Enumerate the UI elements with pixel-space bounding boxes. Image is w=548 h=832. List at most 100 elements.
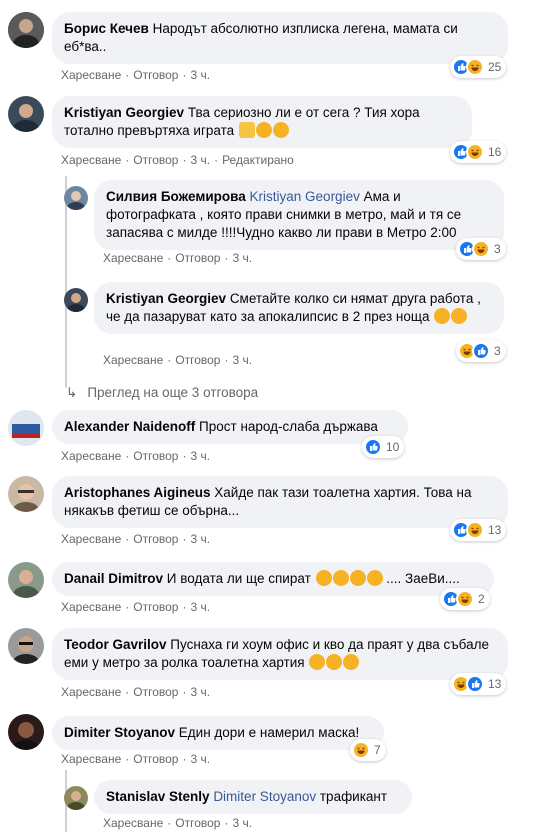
reply-button[interactable]: Отговор [175,816,220,830]
thinking-emoji-icon [332,570,349,586]
rofl-emoji-icon [255,122,272,138]
reaction-summary[interactable]: 10 [362,436,405,458]
timestamp[interactable]: 3 ч. [232,816,252,830]
like-button[interactable]: Харесване [61,68,121,82]
comment-bubble: Dimiter Stoyanov Един дори е намерил мас… [52,716,384,750]
like-button[interactable]: Харесване [103,251,163,265]
reply-arrow-icon: ↳ [66,385,78,400]
reaction-summary[interactable]: 3 [456,238,506,260]
reply-button[interactable]: Отговор [175,251,220,265]
reply-button[interactable]: Отговор [133,685,178,699]
reaction-summary[interactable]: 16 [450,141,507,163]
comment-author[interactable]: Kristiyan Georgiev [106,291,226,306]
reaction-summary[interactable]: 25 [450,56,507,78]
comment-bubble: Alexander Naidenoff Прост народ-слаба дъ… [52,410,408,444]
reaction-summary[interactable]: 7 [350,739,386,761]
comment-bubble: Борис Кечев Народът абсолютно изплиска л… [52,12,508,64]
avatar[interactable] [8,96,44,132]
comment-actions: Харесване · Отговор · 3 ч. [61,449,211,463]
comment-author[interactable]: Силвия Божемирова [106,189,246,204]
reaction-count: 10 [386,440,400,454]
reaction-count: 7 [374,743,381,757]
timestamp[interactable]: 3 ч. [190,153,210,167]
comment-actions: Харесване · Отговор · 3 ч. [61,752,211,766]
reply-button[interactable]: Отговор [175,353,220,367]
comment-author[interactable]: Stanislav Stenly [106,789,210,804]
timestamp[interactable]: 3 ч. [190,600,210,614]
avatar[interactable] [8,476,44,512]
comment-actions: Харесване · Отговор · 3 ч. [61,532,211,546]
reply-button[interactable]: Отговор [133,449,178,463]
reply-bubble: Stanislav Stenly Dimiter Stoyanov трафик… [94,780,412,814]
like-icon [466,675,484,693]
like-button[interactable]: Харесване [61,153,121,167]
reply-bubble: Силвия Божемирова Kristiyan Georgiev Ама… [94,180,504,250]
comment-author[interactable]: Aristophanes Aigineus [64,485,211,500]
reply-button[interactable]: Отговор [133,752,178,766]
timestamp[interactable]: 3 ч. [232,353,252,367]
like-button[interactable]: Харесване [61,532,121,546]
haha-icon [456,590,474,608]
avatar[interactable] [8,562,44,598]
reaction-summary[interactable]: 13 [450,673,507,695]
avatar[interactable] [64,288,88,312]
reaction-summary[interactable]: 3 [456,340,506,362]
haha-icon [466,521,484,539]
timestamp[interactable]: 3 ч. [190,68,210,82]
shushing-emoji-icon [434,308,451,324]
reaction-summary[interactable]: 2 [440,588,490,610]
comment-bubble: Aristophanes Aigineus Хайде пак тази тоа… [52,476,508,528]
comment-actions: Харесване · Отговор · 3 ч. [61,68,211,82]
comment-actions: Харесване · Отговор · 3 ч. [103,353,253,367]
reply-button[interactable]: Отговор [133,532,178,546]
timestamp[interactable]: 3 ч. [232,251,252,265]
like-button[interactable]: Харесване [103,816,163,830]
comment-author[interactable]: Alexander Naidenoff [64,419,195,434]
avatar[interactable] [8,628,44,664]
comment-actions: Харесване · Отговор · 3 ч. [103,816,253,830]
haha-icon [466,143,484,161]
reply-button[interactable]: Отговор [133,153,178,167]
comment-author[interactable]: Kristiyan Georgiev [64,105,184,120]
avatar[interactable] [64,186,88,210]
like-button[interactable]: Харесване [61,752,121,766]
avatar[interactable] [8,12,44,48]
comment-actions: Харесване · Отговор · 3 ч. [61,685,211,699]
reaction-count: 25 [488,60,502,74]
timestamp[interactable]: 3 ч. [190,685,210,699]
reaction-count: 3 [494,344,501,358]
comment-author[interactable]: Dimiter Stoyanov [64,725,175,740]
like-button[interactable]: Харесване [103,353,163,367]
timestamp[interactable]: 3 ч. [190,532,210,546]
comment-bubble: Danail Dimitrov И водата ли ще спират ..… [52,562,494,596]
haha-icon [352,741,370,759]
like-icon [472,342,490,360]
comment-author[interactable]: Teodor Gavrilov [64,637,167,652]
comment-author[interactable]: Danail Dimitrov [64,571,163,586]
reaction-count: 2 [478,592,485,606]
comment-text: Прост народ-слаба държава [199,419,378,434]
view-more-replies-link[interactable]: ↳ Преглед на още 3 отговора [66,385,258,401]
like-button[interactable]: Харесване [61,685,121,699]
comment-actions: Харесване · Отговор · 3 ч. · Редактирано [61,153,294,167]
edited-label[interactable]: Редактирано [222,153,294,167]
timestamp[interactable]: 3 ч. [190,752,210,766]
mention-link[interactable]: Dimiter Stoyanov [213,789,316,804]
like-button[interactable]: Харесване [61,449,121,463]
reply-button[interactable]: Отговор [133,68,178,82]
comment-actions: Харесване · Отговор · 3 ч. [103,251,253,265]
like-button[interactable]: Харесване [61,600,121,614]
timestamp[interactable]: 3 ч. [190,449,210,463]
mention-link[interactable]: Kristiyan Georgiev [250,189,360,204]
reaction-summary[interactable]: 13 [450,519,507,541]
comment-text-tail: .... ЗаеВи.... [386,571,460,586]
laughing-emoji-icon [326,654,343,670]
avatar[interactable] [8,714,44,750]
thread-line [65,176,67,388]
avatar[interactable] [8,410,44,446]
comment-bubble: Teodor Gavrilov Пуснаха ги хоум офис и к… [52,628,508,680]
reply-button[interactable]: Отговор [133,600,178,614]
thinking-emoji-icon [349,570,366,586]
comment-author[interactable]: Борис Кечев [64,21,149,36]
avatar[interactable] [64,786,88,810]
